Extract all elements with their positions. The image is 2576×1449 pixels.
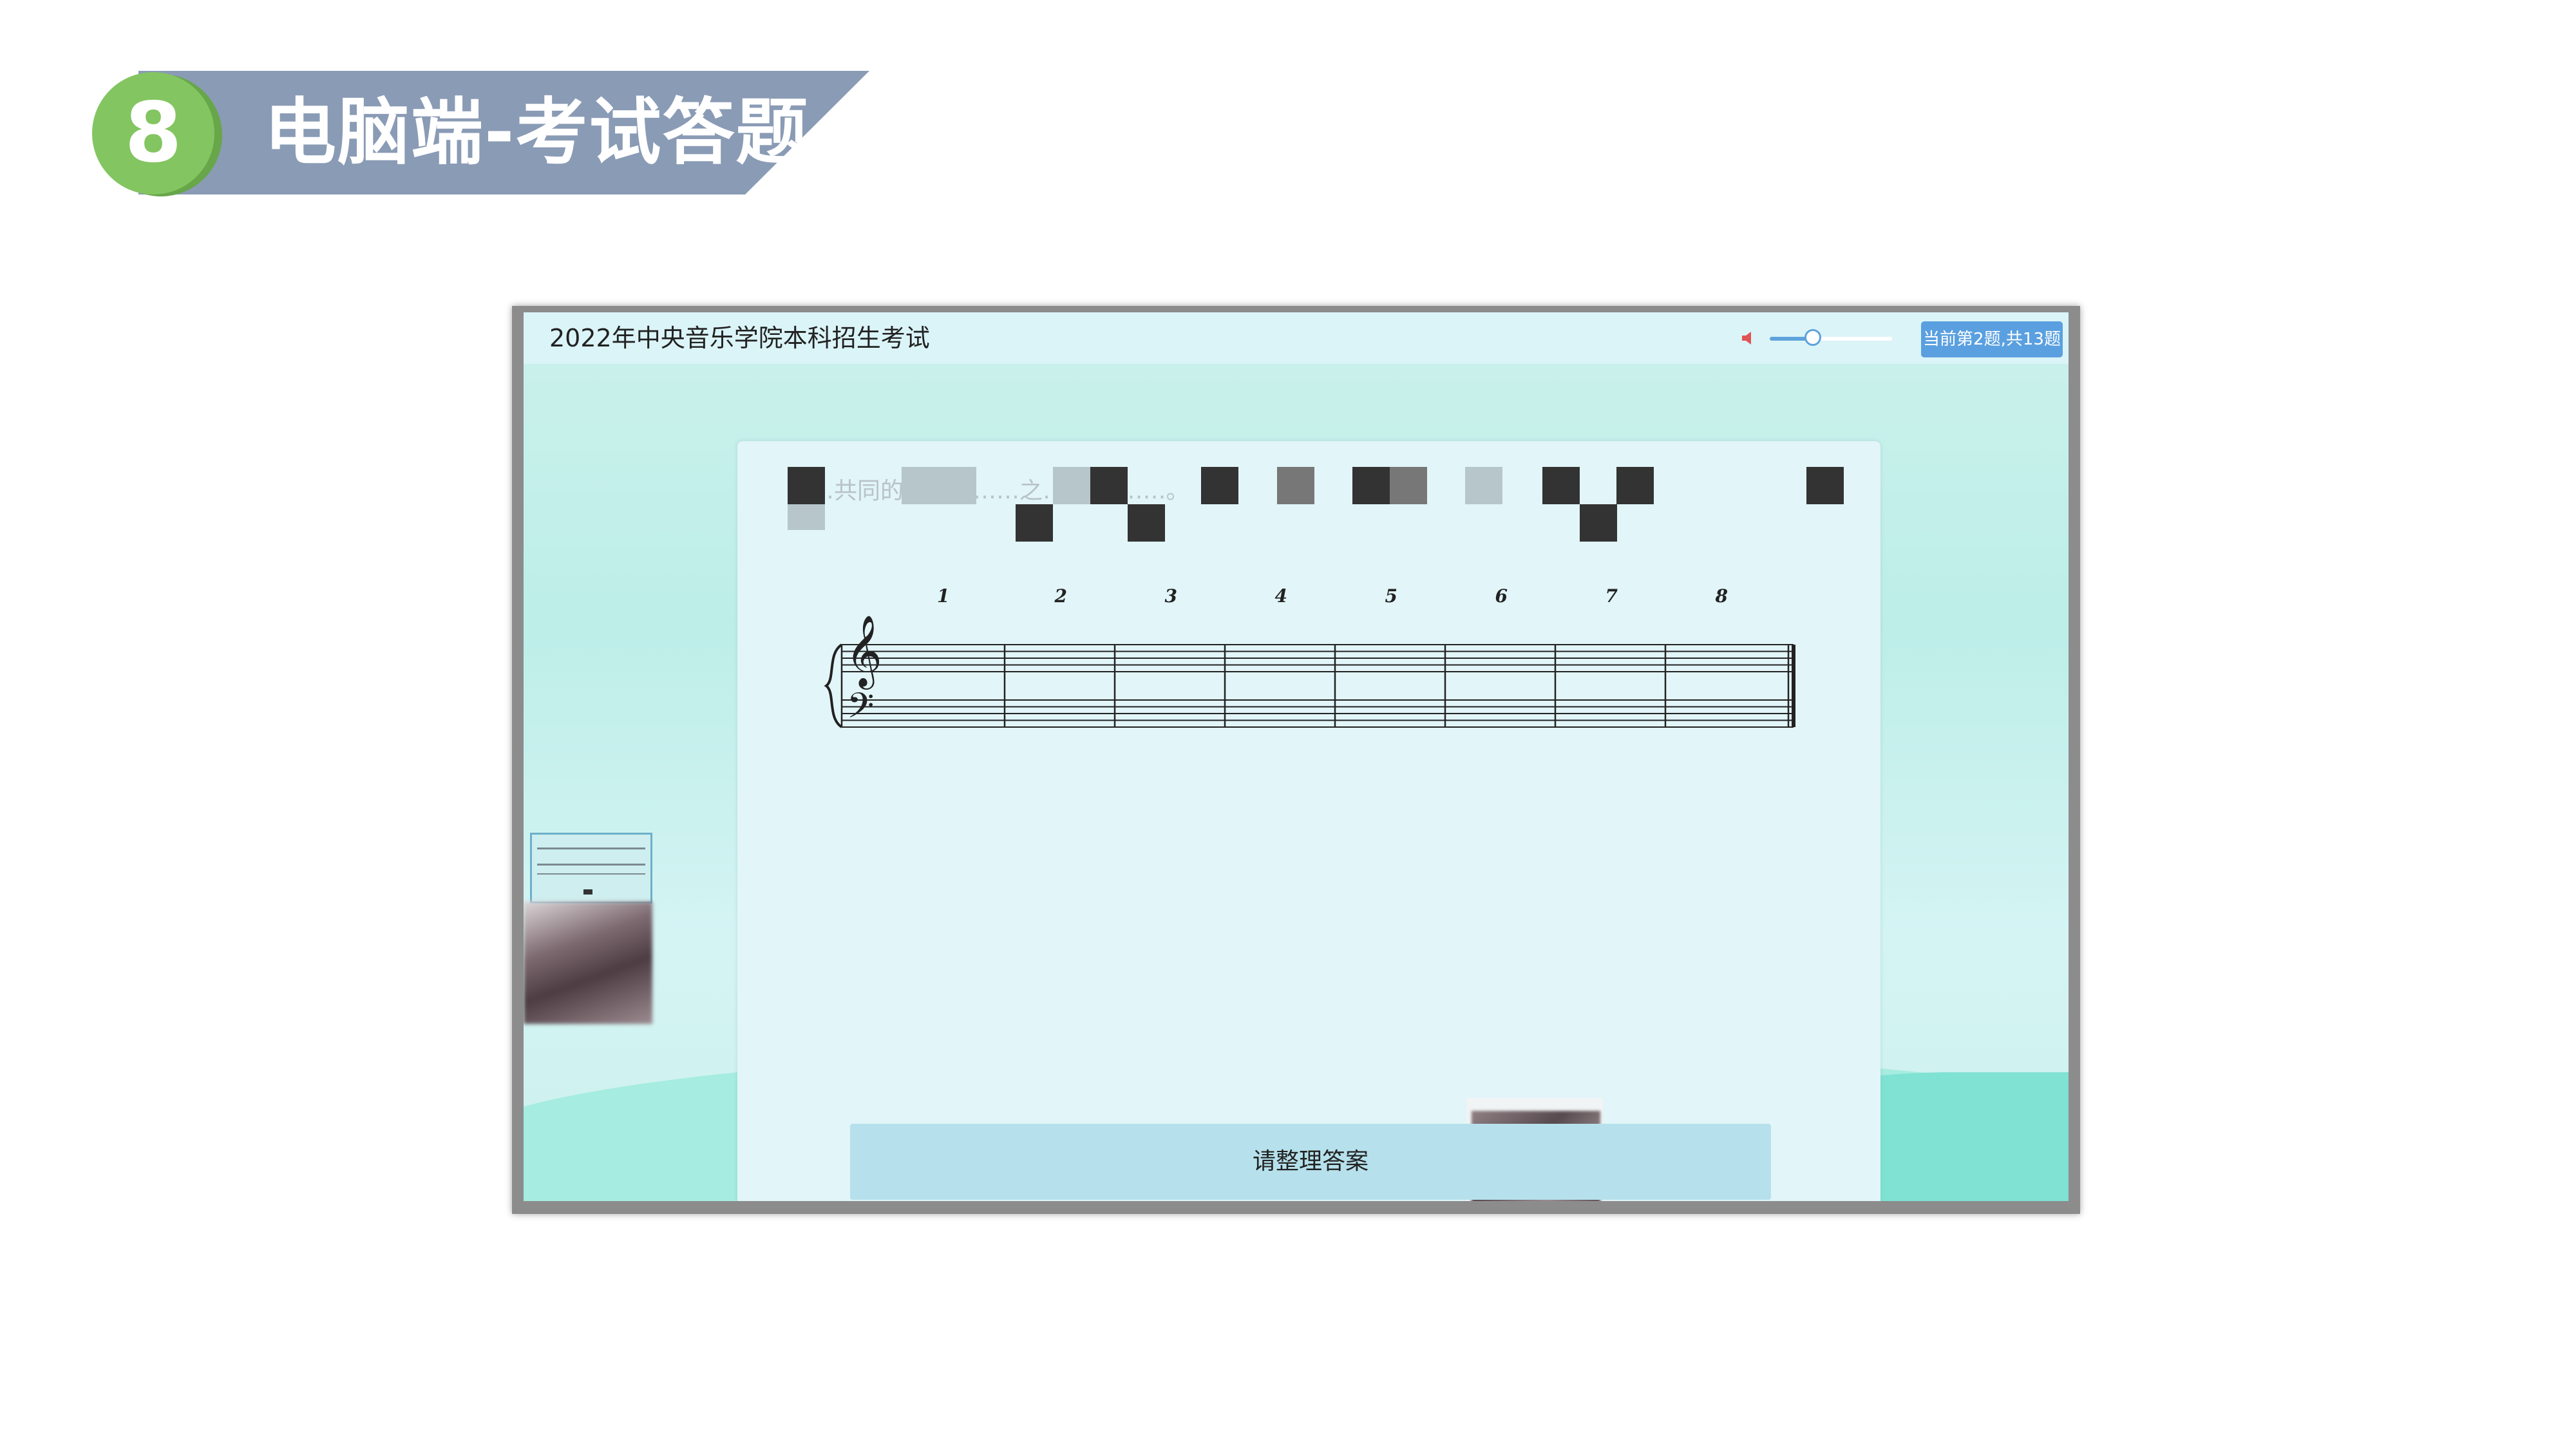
measure-number: 5 — [1385, 585, 1397, 607]
brace — [824, 643, 843, 728]
camera-thumbnail[interactable] — [524, 902, 652, 1024]
speaker-icon[interactable] — [1741, 330, 1755, 346]
screen-share-thumbnail[interactable] — [530, 833, 652, 904]
exam-topbar: 2022年中央音乐学院本科招生考试 当前第2题,共13题 — [524, 312, 2069, 364]
measure-number: 3 — [1165, 585, 1177, 607]
section-number-badge: 8 — [92, 72, 214, 194]
measure-number: 6 — [1495, 585, 1508, 607]
exam-app: 2022年中央音乐学院本科招生考试 当前第2题,共13题 ……共同的……每……之… — [524, 312, 2069, 1201]
question-panel: ……共同的……每……之……能,……。 1 2 3 4 5 6 7 8 𝄞 𝄢 请… — [737, 441, 1880, 1201]
treble-clef-icon: 𝄞 — [846, 614, 882, 690]
measure-numbers: 1 2 3 4 5 6 7 8 — [937, 585, 1728, 607]
measure-number: 4 — [1275, 585, 1287, 607]
measure-number: 1 — [937, 585, 949, 607]
volume-slider-handle[interactable] — [1804, 329, 1821, 346]
exam-screenshot-frame: 2022年中央音乐学院本科招生考试 当前第2题,共13题 ……共同的……每……之… — [512, 306, 2080, 1214]
measure-number: 2 — [1054, 585, 1067, 607]
exam-title: 2022年中央音乐学院本科招生考试 — [549, 324, 930, 352]
slide: 电脑端-考试答题 8 2022年中央音乐学院本科招生考试 当前第2题,共13题 — [0, 0, 2576, 1449]
bass-clef-icon: 𝄢 — [847, 685, 874, 735]
measure-number: 8 — [1715, 585, 1728, 607]
question-progress-badge: 当前第2题,共13题 — [1921, 321, 2063, 357]
measure-number: 7 — [1605, 585, 1618, 607]
grand-staff: 1 2 3 4 5 6 7 8 𝄞 𝄢 — [824, 585, 1795, 735]
organize-answer-button[interactable]: 请整理答案 — [850, 1124, 1771, 1200]
section-title: 电脑端-考试答题 — [264, 91, 810, 175]
